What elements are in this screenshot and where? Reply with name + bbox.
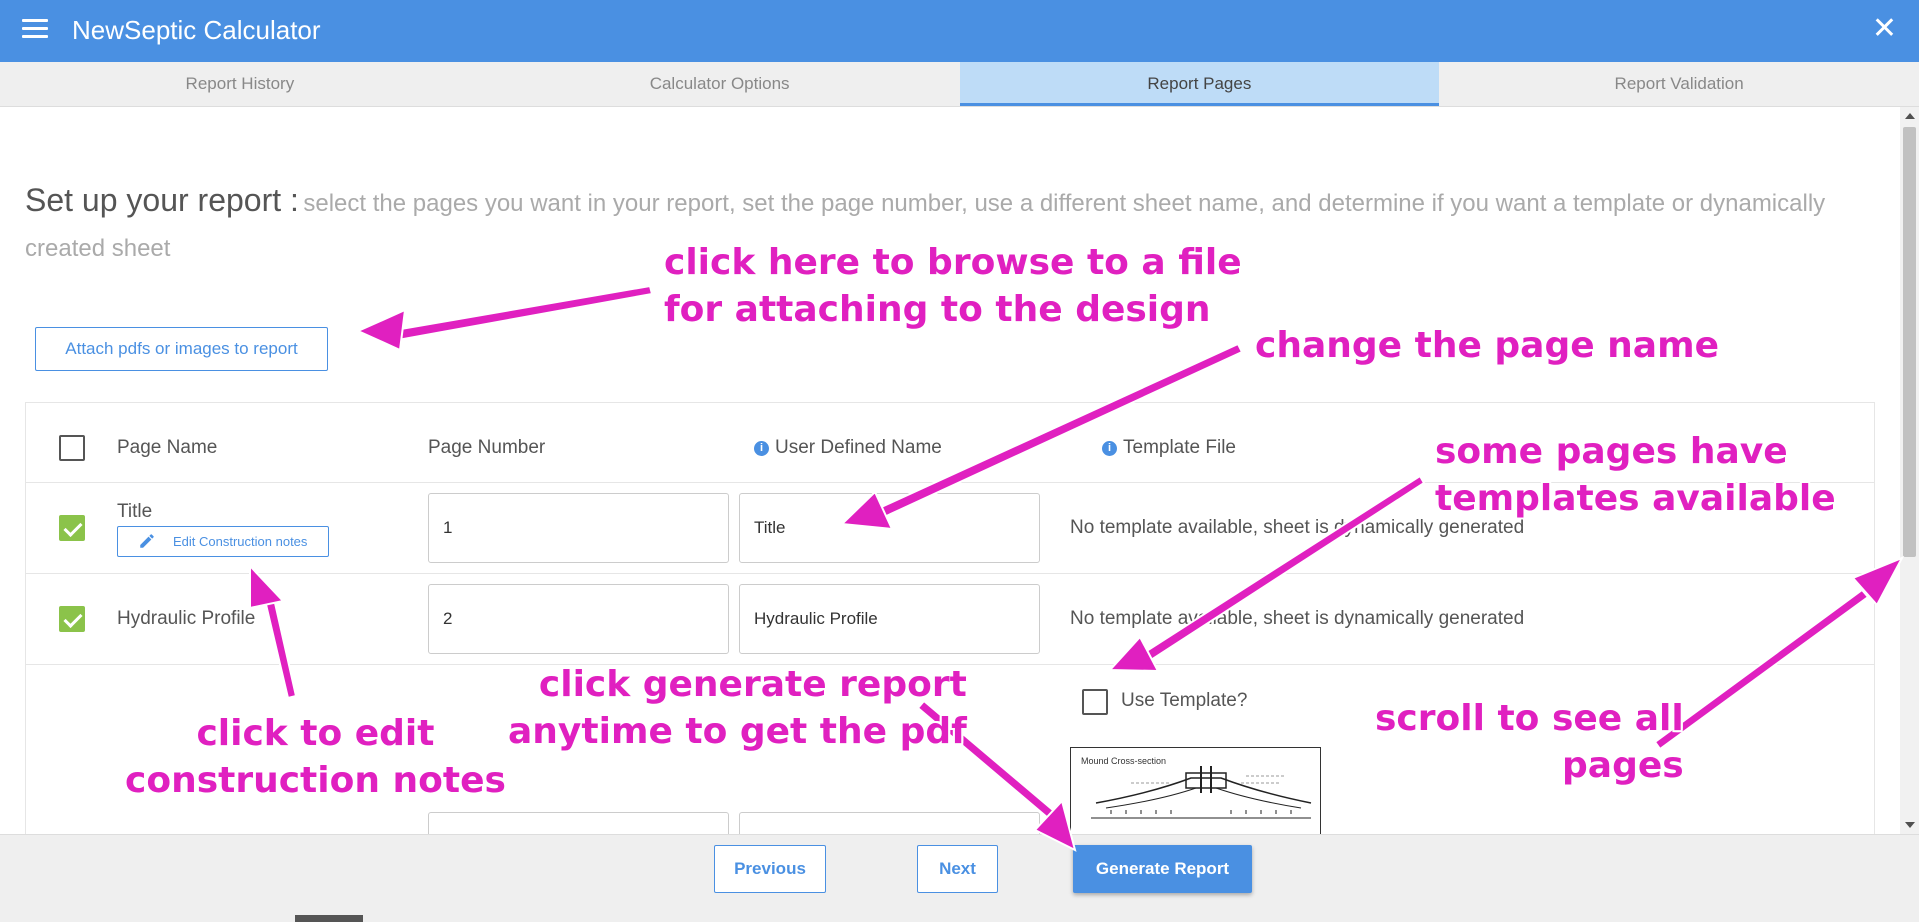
previous-button[interactable]: Previous <box>714 845 826 893</box>
tab-report-validation[interactable]: Report Validation <box>1439 62 1919 106</box>
info-icon[interactable]: i <box>754 441 769 456</box>
scroll-thumb[interactable] <box>1903 127 1916 557</box>
annotation-edit-notes: click to edit construction notes <box>125 710 506 804</box>
attach-files-button[interactable]: Attach pdfs or images to report <box>35 327 328 371</box>
annotation-edit-notes-line1: click to edit <box>196 713 435 754</box>
tab-calculator-options[interactable]: Calculator Options <box>480 62 960 106</box>
edit-construction-notes-label: Edit Construction notes <box>173 534 308 549</box>
template-thumbnail[interactable]: Mound Cross-section <box>1070 747 1321 834</box>
next-button[interactable]: Next <box>917 845 998 893</box>
annotation-change-name: change the page name <box>1255 325 1720 366</box>
page-name: Hydraulic Profile <box>117 608 256 629</box>
use-template-label: Use Template? <box>1121 690 1248 711</box>
header-template-file-label: Template File <box>1123 437 1236 458</box>
close-icon[interactable]: ✕ <box>1872 14 1897 44</box>
annotation-edit-notes-line2: construction notes <box>125 760 506 801</box>
info-icon[interactable]: i <box>1102 441 1117 456</box>
row-checkbox[interactable] <box>59 606 85 632</box>
app-bar: NewSeptic Calculator ✕ <box>0 0 1919 62</box>
page-number-input[interactable] <box>428 493 729 563</box>
annotation-templates: some pages have templates available <box>1435 428 1836 522</box>
scroll-up-icon[interactable] <box>1905 113 1915 119</box>
row-checkbox[interactable] <box>59 515 85 541</box>
app-title: NewSeptic Calculator <box>72 15 321 45</box>
annotation-browse-line1: click here to browse to a file <box>664 242 1242 283</box>
edit-construction-notes-button[interactable]: Edit Construction notes <box>117 526 329 557</box>
template-status: No template available, sheet is dynamica… <box>1070 608 1525 629</box>
annotation-templates-line1: some pages have <box>1435 431 1788 472</box>
annotation-templates-line2: templates available <box>1435 478 1836 519</box>
page-number-input[interactable] <box>428 812 729 834</box>
generate-report-button[interactable]: Generate Report <box>1073 845 1252 893</box>
thumbnail-title: Mound Cross-section <box>1081 756 1167 766</box>
user-defined-name-input[interactable] <box>739 584 1040 654</box>
annotation-scroll-line2: pages <box>1562 745 1684 786</box>
annotation-browse: click here to browse to a file for attac… <box>664 239 1242 333</box>
footer-handle <box>295 915 363 922</box>
page-name: Title <box>117 501 153 522</box>
pencil-icon <box>140 534 154 548</box>
tab-report-pages[interactable]: Report Pages <box>959 62 1440 106</box>
header-user-defined-name: i User Defined Name <box>754 437 942 459</box>
annotation-generate: click generate report anytime to get the… <box>508 661 967 755</box>
menu-icon[interactable] <box>22 19 48 41</box>
table-row: Hydraulic Profile No template available,… <box>26 574 1874 665</box>
tab-bar: Report History Calculator Options Report… <box>0 62 1919 107</box>
header-template-file: i Template File <box>1102 437 1236 459</box>
select-all-checkbox[interactable] <box>59 435 85 461</box>
user-defined-name-input[interactable] <box>739 493 1040 563</box>
user-defined-name-input[interactable] <box>739 812 1040 834</box>
annotation-scroll: scroll to see all pages <box>1375 695 1684 789</box>
header-page-number: Page Number <box>428 437 546 458</box>
header-page-name: Page Name <box>117 437 218 458</box>
scroll-down-icon[interactable] <box>1905 822 1915 828</box>
tab-report-history[interactable]: Report History <box>0 62 480 106</box>
vertical-scrollbar[interactable] <box>1900 107 1919 834</box>
annotation-scroll-line1: scroll to see all <box>1375 698 1684 739</box>
annotation-generate-line1: click generate report <box>538 664 967 705</box>
heading-title: Set up your report : <box>25 182 299 218</box>
use-template-checkbox[interactable] <box>1082 689 1108 715</box>
annotation-generate-line2: anytime to get the pdf <box>508 711 967 752</box>
page-number-input[interactable] <box>428 584 729 654</box>
header-user-defined-name-label: User Defined Name <box>775 437 942 458</box>
footer-bar: Previous Next Generate Report <box>0 834 1919 922</box>
annotation-browse-line2: for attaching to the design <box>664 289 1211 330</box>
